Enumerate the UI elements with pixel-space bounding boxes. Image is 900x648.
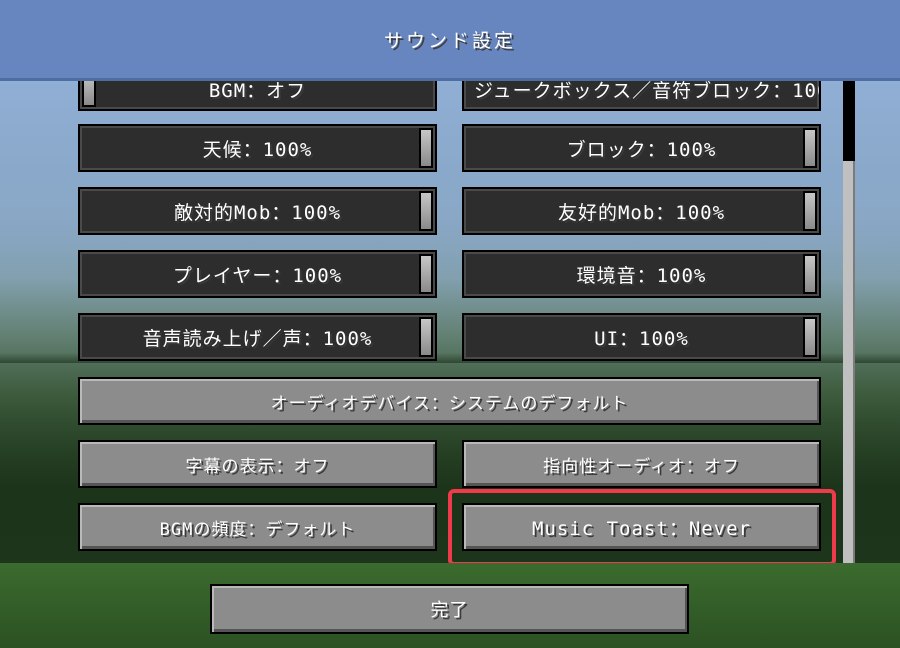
slider-handle[interactable] — [419, 254, 433, 294]
slider-handle[interactable] — [803, 254, 817, 294]
button-label: 字幕の表示：オフ — [185, 456, 330, 477]
button-label: Music Toast：Never — [531, 517, 752, 540]
slider-handle[interactable] — [419, 191, 433, 231]
subtitles-button[interactable]: 字幕の表示：オフ — [78, 440, 437, 488]
slider-label: 友好的Mob：100% — [557, 201, 726, 224]
narrator-volume-slider[interactable]: 音声読み上げ／声：100% — [78, 313, 437, 361]
button-label: 指向性オーディオ：オフ — [543, 456, 740, 477]
slider-label: ブロック：100% — [566, 138, 717, 161]
done-button[interactable]: 完了 — [210, 584, 689, 634]
audio-device-button[interactable]: オーディオデバイス：システムのデフォルト — [78, 377, 821, 425]
slider-label: BGM：オフ — [208, 81, 307, 102]
directional-audio-button[interactable]: 指向性オーディオ：オフ — [462, 440, 821, 488]
scrollbar-thumb[interactable] — [843, 161, 855, 563]
slider-handle[interactable] — [419, 128, 433, 168]
slider-handle[interactable] — [803, 191, 817, 231]
jukebox-volume-slider[interactable]: ジュークボックス／音符ブロック：100% — [462, 81, 821, 111]
slider-handle[interactable] — [419, 317, 433, 357]
ui-volume-slider[interactable]: UI：100% — [462, 313, 821, 361]
slider-label: 音声読み上げ／声：100% — [142, 327, 373, 350]
weather-volume-slider[interactable]: 天候：100% — [78, 124, 437, 172]
title-bar: サウンド設定 — [0, 0, 900, 81]
page-title: サウンド設定 — [383, 29, 516, 52]
button-label: 完了 — [430, 600, 469, 621]
slider-label: UI：100% — [594, 327, 689, 350]
slider-label: 環境音：100% — [576, 264, 707, 287]
slider-label: ジュークボックス／音符ブロック：100% — [474, 81, 821, 102]
button-label: オーディオデバイス：システムのデフォルト — [270, 393, 629, 414]
friendly-volume-slider[interactable]: 友好的Mob：100% — [462, 187, 821, 235]
bgm-volume-slider[interactable]: BGM：オフ — [78, 81, 437, 111]
slider-label: 敵対的Mob：100% — [173, 201, 342, 224]
players-volume-slider[interactable]: プレイヤー：100% — [78, 250, 437, 298]
blocks-volume-slider[interactable]: ブロック：100% — [462, 124, 821, 172]
slider-handle[interactable] — [803, 317, 817, 357]
slider-handle[interactable] — [803, 128, 817, 168]
slider-label: 天候：100% — [202, 138, 313, 161]
hostile-volume-slider[interactable]: 敵対的Mob：100% — [78, 187, 437, 235]
slider-handle[interactable] — [82, 81, 96, 107]
scrollbar-track — [843, 81, 855, 161]
ambient-volume-slider[interactable]: 環境音：100% — [462, 250, 821, 298]
scrollbar[interactable] — [843, 81, 855, 563]
button-label: BGMの頻度：デフォルト — [159, 519, 356, 540]
slider-label: プレイヤー：100% — [172, 264, 343, 287]
bgm-frequency-button[interactable]: BGMの頻度：デフォルト — [78, 503, 437, 551]
